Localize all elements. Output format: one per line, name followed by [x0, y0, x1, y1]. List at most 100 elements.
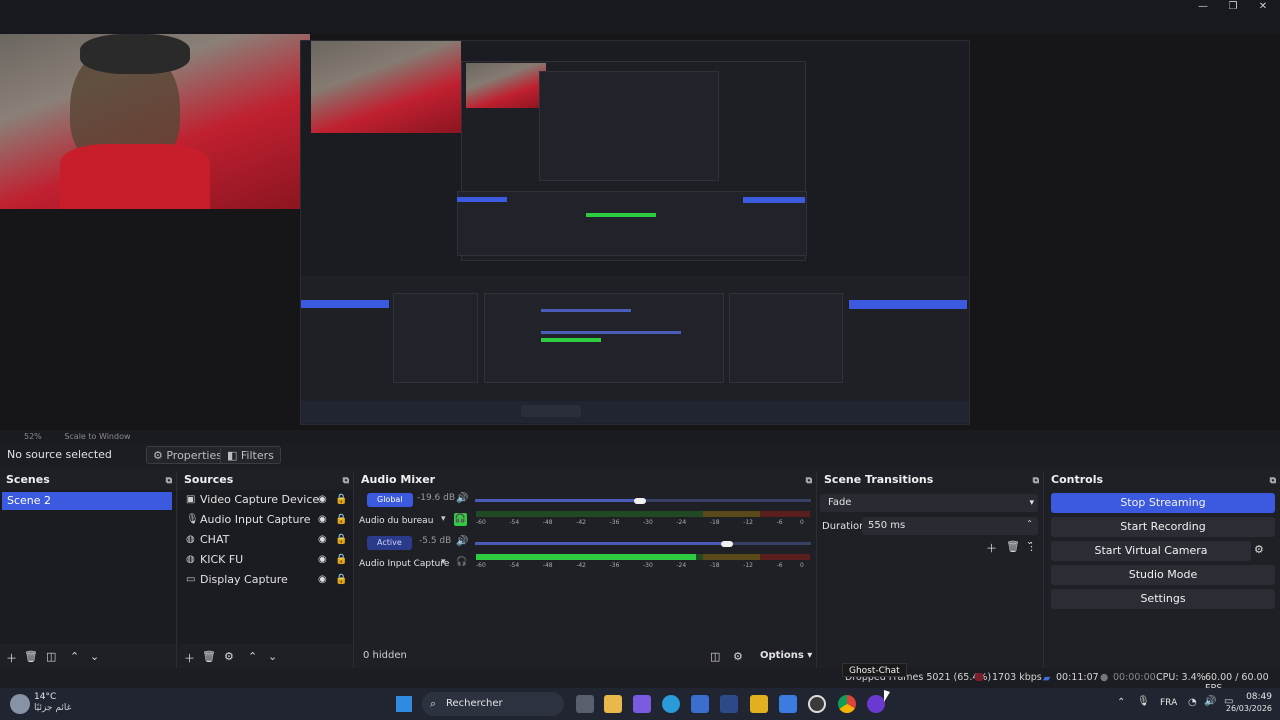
copilot-icon[interactable] — [633, 695, 651, 713]
eye-icon[interactable]: ◉ — [318, 510, 327, 530]
properties-button[interactable]: ⚙ Properties — [146, 446, 229, 464]
more-icon[interactable]: ⋮ — [1026, 540, 1037, 553]
zoom-level[interactable]: 52% — [24, 432, 42, 441]
hidden-count[interactable]: 0 hidden — [363, 650, 407, 661]
lock-icon[interactable]: 🔒 — [335, 490, 347, 510]
trash-icon[interactable]: 🗑 — [24, 650, 38, 663]
source-name: CHAT — [200, 533, 230, 546]
chevron-up-icon[interactable]: ⌃ — [1117, 697, 1125, 708]
obs-icon[interactable] — [808, 695, 826, 713]
scene-item[interactable]: Scene 2 — [2, 492, 172, 510]
speaker-icon[interactable]: 🔊 — [1204, 696, 1216, 707]
transition-select[interactable]: Fade ▾ — [820, 494, 1038, 512]
lock-icon[interactable]: 🔒 — [335, 570, 347, 590]
lock-icon[interactable]: 🔒 — [335, 530, 347, 550]
taskbar-search[interactable]: ⌕ Rechercher — [422, 692, 564, 716]
headphones-icon[interactable]: 🎧 — [454, 513, 467, 526]
edge-icon[interactable] — [662, 695, 680, 713]
filter-icon: ◧ — [227, 449, 241, 462]
channel-name: Audio Input Capture — [359, 559, 450, 569]
preview-canvas[interactable] — [0, 34, 1280, 430]
outlook-icon[interactable] — [779, 695, 797, 713]
undock-icon[interactable]: ⧉ — [166, 473, 172, 489]
studio-mode-button[interactable]: Studio Mode — [1051, 565, 1275, 585]
volume-slider[interactable] — [475, 540, 811, 547]
volume-knob[interactable] — [634, 497, 646, 504]
channel-db: -19.6 dB — [417, 493, 456, 503]
trash-icon[interactable]: 🗑 — [1006, 540, 1020, 553]
scale-mode[interactable]: Scale to Window — [64, 432, 130, 441]
speaker-icon[interactable]: 🔊 — [456, 536, 468, 547]
layout-icon[interactable]: ◫ — [710, 650, 720, 663]
add-icon[interactable]: ＋ — [6, 650, 17, 666]
app-icon[interactable] — [720, 695, 738, 713]
eye-icon[interactable]: ◉ — [318, 490, 327, 510]
settings-button[interactable]: Settings — [1051, 589, 1275, 609]
lock-icon[interactable]: 🔒 — [335, 510, 347, 530]
add-icon[interactable]: ＋ — [986, 540, 997, 556]
source-item[interactable]: ◍ KICK FU ◉ 🔒 — [178, 550, 353, 570]
add-icon[interactable]: ＋ — [184, 650, 195, 666]
volume-slider[interactable] — [475, 497, 811, 504]
cpu-usage: CPU: 3.4% — [1156, 672, 1206, 683]
source-item[interactable]: 🎙 Audio Input Capture ◉ 🔒 — [178, 510, 353, 530]
minimize-button[interactable]: — — [1188, 0, 1218, 14]
undock-icon[interactable]: ⧉ — [1033, 473, 1039, 489]
file-explorer-icon[interactable] — [604, 695, 622, 713]
source-item[interactable]: ◍ CHAT ◉ 🔒 — [178, 530, 353, 550]
ghost-chat-icon[interactable] — [867, 695, 885, 713]
clock-date[interactable]: 26/03/2026 — [1220, 704, 1272, 713]
stop-streaming-button[interactable]: Stop Streaming — [1051, 493, 1275, 513]
duration-input[interactable]: 550 ms ⌃ ⌄ — [862, 517, 1038, 546]
chevron-down-icon[interactable]: ⌄ — [268, 650, 277, 663]
weather-icon[interactable] — [10, 694, 30, 714]
speaker-icon[interactable]: 🔊 — [456, 493, 468, 504]
lock-icon[interactable]: 🔒 — [335, 550, 347, 570]
microphone-icon[interactable]: 🎙 — [1137, 696, 1150, 707]
store-icon[interactable] — [691, 695, 709, 713]
weather-temp[interactable]: 14°C — [34, 692, 56, 702]
task-view-icon[interactable] — [576, 695, 594, 713]
language-indicator[interactable]: FRA — [1160, 698, 1177, 708]
chevron-up-icon[interactable]: ⌃ — [248, 650, 257, 663]
source-item[interactable]: ▣ Video Capture Device ◉ 🔒 — [178, 490, 353, 510]
volume-knob[interactable] — [721, 540, 733, 547]
undock-icon[interactable]: ⧉ — [343, 473, 349, 489]
filters-button[interactable]: ◧ Filters — [220, 446, 281, 464]
headphones-icon[interactable]: 🎧 — [456, 557, 467, 567]
globe-icon: ◍ — [186, 554, 195, 565]
trash-icon[interactable]: 🗑 — [202, 650, 216, 663]
app-icon[interactable] — [750, 695, 768, 713]
weather-desc: غائم جزئيًا — [34, 703, 72, 713]
options-button[interactable]: Options ▾ — [760, 650, 812, 661]
chevron-down-icon[interactable]: ▾ — [441, 557, 446, 567]
scenes-footer: ＋ 🗑 ◫ ⌃ ⌄ — [0, 646, 176, 668]
gear-icon[interactable]: ⚙ — [1254, 543, 1264, 556]
eye-icon[interactable]: ◉ — [318, 550, 327, 570]
undock-icon[interactable]: ⧉ — [1270, 473, 1276, 489]
source-item[interactable]: ▭ Display Capture ◉ 🔒 — [178, 570, 353, 590]
eye-icon[interactable]: ◉ — [318, 570, 327, 590]
gear-icon[interactable]: ⚙ — [224, 650, 234, 663]
chevron-up-icon[interactable]: ⌃ — [70, 650, 79, 663]
chevron-down-icon[interactable]: ▾ — [441, 514, 446, 524]
source-name: Video Capture Device — [200, 493, 320, 506]
chrome-icon[interactable] — [838, 695, 856, 713]
meter-ticks: -60 -54 -48 -42 -36 -30 -24 -18 -12 -6 0 — [476, 519, 804, 526]
close-button[interactable]: ✕ — [1248, 0, 1278, 14]
gear-icon[interactable]: ⚙ — [733, 650, 743, 663]
eye-icon[interactable]: ◉ — [318, 530, 327, 550]
maximize-button[interactable]: ❐ — [1218, 0, 1248, 14]
wifi-icon[interactable]: ◔ — [1188, 697, 1197, 708]
chevron-down-icon[interactable]: ⌄ — [90, 650, 99, 663]
filter-icon[interactable]: ◫ — [46, 650, 56, 663]
scene-transitions-title: Scene Transitions ⧉ — [818, 472, 1043, 488]
clock-time[interactable]: 08:49 — [1240, 692, 1272, 702]
tooltip: Ghost-Chat — [842, 663, 907, 677]
start-virtual-camera-button[interactable]: Start Virtual Camera — [1051, 541, 1251, 561]
filters-label: Filters — [240, 449, 274, 462]
start-recording-button[interactable]: Start Recording — [1051, 517, 1275, 537]
windows-start-icon[interactable] — [396, 696, 412, 712]
sources-footer: ＋ 🗑 ⚙ ⌃ ⌄ — [178, 646, 353, 668]
undock-icon[interactable]: ⧉ — [806, 473, 812, 489]
